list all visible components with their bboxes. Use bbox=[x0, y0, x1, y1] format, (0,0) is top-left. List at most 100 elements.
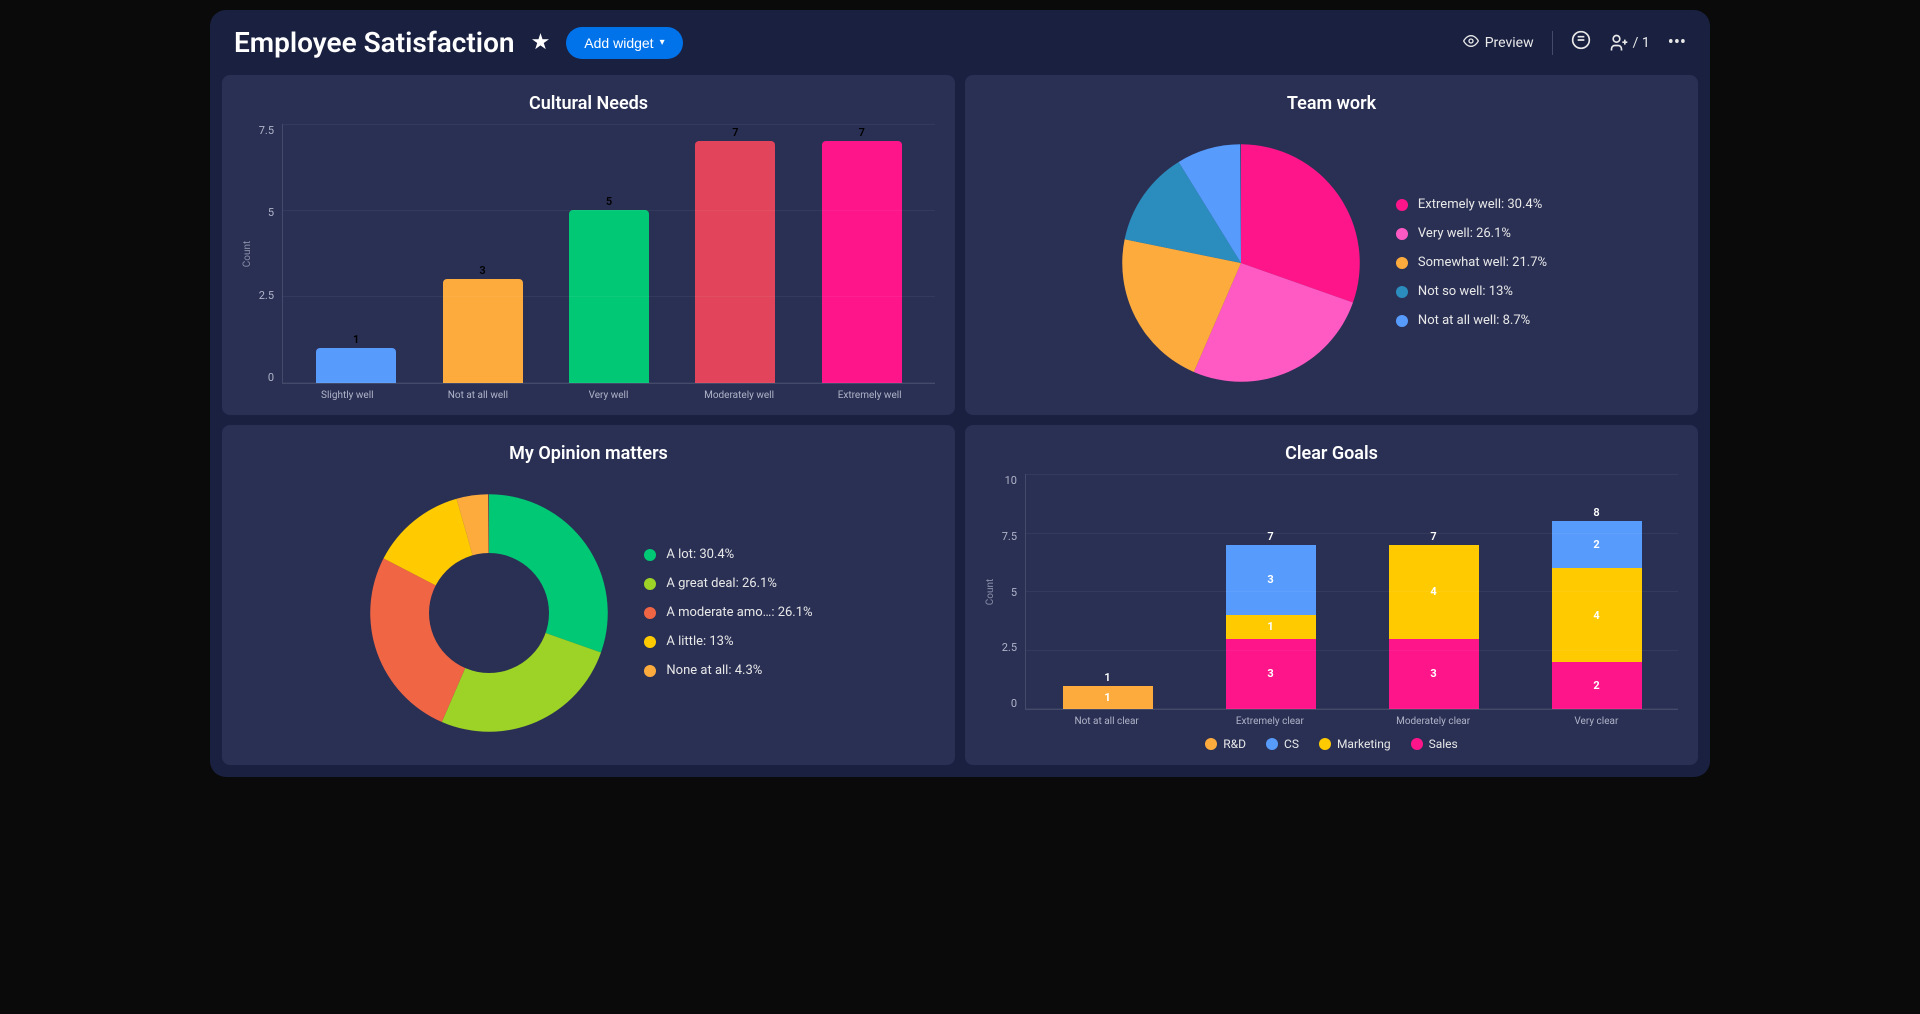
page-title: Employee Satisfaction bbox=[234, 26, 515, 59]
legend-dot-icon bbox=[644, 665, 656, 677]
x-tick: Moderately clear bbox=[1383, 716, 1483, 727]
legend-item: A little: 13% bbox=[644, 634, 812, 649]
y-tick: 2.5 bbox=[259, 289, 274, 302]
bar-col: 3 bbox=[438, 124, 528, 383]
donut-legend: A lot: 30.4% A great deal: 26.1% A moderat… bbox=[644, 547, 812, 678]
x-axis: Slightly wellNot at all wellVery wellMod… bbox=[242, 390, 935, 401]
y-tick: 10 bbox=[1005, 474, 1017, 487]
bar-col: 5 bbox=[564, 124, 654, 383]
panel-opinion[interactable]: My Opinion matters A lot: 30.4%A great d… bbox=[222, 425, 955, 765]
x-tick: Very clear bbox=[1546, 716, 1646, 727]
legend-dot-icon bbox=[1319, 738, 1331, 750]
stack-col: 7 43 bbox=[1384, 474, 1484, 709]
legend-label: A little: 13% bbox=[666, 634, 733, 649]
more-icon[interactable]: ••• bbox=[1668, 32, 1686, 53]
preview-label: Preview bbox=[1485, 35, 1534, 51]
legend-dot-icon bbox=[1396, 257, 1408, 269]
bars-area: 13577 bbox=[282, 124, 935, 384]
legend-dot-icon bbox=[1396, 199, 1408, 211]
legend-label: R&D bbox=[1223, 737, 1246, 751]
y-tick: 2.5 bbox=[1002, 641, 1017, 654]
legend-item: R&D bbox=[1205, 737, 1246, 751]
barchart-cultural-needs: Count7.552.5013577Slightly wellNot at al… bbox=[242, 124, 935, 401]
bar-value-label: 3 bbox=[479, 264, 485, 277]
dashboard: Employee Satisfaction ★ Add widget ▾ Pre… bbox=[210, 10, 1710, 777]
legend-item: Not at all well: 8.7% bbox=[1396, 313, 1547, 328]
panel-title: Team work bbox=[985, 93, 1678, 114]
panel-cultural-needs[interactable]: Cultural Needs Count7.552.5013577Slightl… bbox=[222, 75, 955, 415]
chevron-down-icon: ▾ bbox=[660, 37, 665, 48]
bar-value-label: 5 bbox=[606, 195, 612, 208]
legend-dot-icon bbox=[644, 607, 656, 619]
topbar: Employee Satisfaction ★ Add widget ▾ Pre… bbox=[210, 10, 1710, 75]
legend-item: A great deal: 26.1% bbox=[644, 576, 812, 591]
legend-label: A great deal: 26.1% bbox=[666, 576, 776, 591]
legend-dot-icon bbox=[1205, 738, 1217, 750]
y-axis-label: Count bbox=[985, 579, 996, 606]
legend-dot-icon bbox=[1411, 738, 1423, 750]
bar-value-label: 1 bbox=[353, 333, 359, 346]
legend-item: Extremely well: 30.4% bbox=[1396, 197, 1547, 212]
stack-segment: 2 bbox=[1552, 521, 1642, 568]
stack-segment: 3 bbox=[1226, 545, 1316, 616]
stack-total-label: 7 bbox=[1267, 530, 1273, 543]
stack-segment: 3 bbox=[1389, 639, 1479, 710]
legend-item: A moderate amo…: 26.1% bbox=[644, 605, 812, 620]
legend-dot-icon bbox=[644, 636, 656, 648]
legend-item: A lot: 30.4% bbox=[644, 547, 812, 562]
divider bbox=[1552, 31, 1553, 55]
legend-label: Extremely well: 30.4% bbox=[1418, 197, 1542, 212]
legend-label: Marketing bbox=[1337, 737, 1391, 751]
bar-rect bbox=[695, 141, 775, 383]
legend-item: Very well: 26.1% bbox=[1396, 226, 1547, 241]
legend-label: Not so well: 13% bbox=[1418, 284, 1513, 299]
stack-total-label: 8 bbox=[1593, 506, 1599, 519]
bar-col: 1 bbox=[311, 124, 401, 383]
stack-segment: 2 bbox=[1552, 662, 1642, 709]
share-button[interactable]: / 1 bbox=[1609, 33, 1650, 53]
legend-item: Sales bbox=[1411, 737, 1458, 751]
bar-rect bbox=[569, 210, 649, 383]
stack-col: 7313 bbox=[1221, 474, 1321, 709]
share-count: / 1 bbox=[1633, 35, 1650, 51]
panel-clear-goals[interactable]: Clear Goals Count107.552.501173137438242… bbox=[965, 425, 1698, 765]
y-tick: 0 bbox=[268, 371, 274, 384]
y-tick: 5 bbox=[268, 206, 274, 219]
stack-total-label: 7 bbox=[1430, 530, 1436, 543]
star-icon[interactable]: ★ bbox=[531, 30, 551, 55]
bar-col: 7 bbox=[690, 124, 780, 383]
x-tick: Not at all well bbox=[433, 390, 523, 401]
panels-grid: Cultural Needs Count7.552.5013577Slightl… bbox=[210, 75, 1710, 777]
legend-label: Not at all well: 8.7% bbox=[1418, 313, 1530, 328]
stack-segment: 1 bbox=[1226, 615, 1316, 639]
x-axis: Not at all clear Extremely clear Moderatel… bbox=[985, 716, 1678, 727]
legend-dot-icon bbox=[1266, 738, 1278, 750]
legend-label: CS bbox=[1284, 737, 1299, 751]
y-tick: 5 bbox=[1011, 586, 1017, 599]
stack-segment: 4 bbox=[1389, 545, 1479, 639]
comment-icon[interactable] bbox=[1571, 30, 1591, 55]
legend-dot-icon bbox=[644, 578, 656, 590]
eye-icon bbox=[1463, 33, 1479, 53]
preview-button[interactable]: Preview bbox=[1463, 33, 1534, 53]
legend-item: Marketing bbox=[1319, 737, 1391, 751]
legend-dot-icon bbox=[644, 549, 656, 561]
panel-team-work[interactable]: Team work Extremely well: 30.4% Very well… bbox=[965, 75, 1698, 415]
x-tick: Extremely clear bbox=[1220, 716, 1320, 727]
legend-label: A lot: 30.4% bbox=[666, 547, 734, 562]
stack-legend: R&D CS Marketing Sales bbox=[985, 737, 1678, 751]
pie-legend: Extremely well: 30.4%Very well: 26.1%Som… bbox=[1396, 197, 1547, 328]
bar-rect bbox=[822, 141, 902, 383]
bar-rect bbox=[443, 279, 523, 383]
pie-svg bbox=[1116, 138, 1366, 388]
legend-label: A moderate amo…: 26.1% bbox=[666, 605, 812, 620]
add-widget-button[interactable]: Add widget ▾ bbox=[566, 27, 682, 59]
legend-dot-icon bbox=[1396, 228, 1408, 240]
stack-segment: 1 bbox=[1063, 686, 1153, 710]
legend-item: CS bbox=[1266, 737, 1299, 751]
legend-item: Not so well: 13% bbox=[1396, 284, 1547, 299]
x-tick: Moderately well bbox=[694, 390, 784, 401]
topbar-right: Preview / 1 ••• bbox=[1463, 30, 1686, 55]
x-tick: Not at all clear bbox=[1057, 716, 1157, 727]
stack-col: 8242 bbox=[1547, 474, 1647, 709]
